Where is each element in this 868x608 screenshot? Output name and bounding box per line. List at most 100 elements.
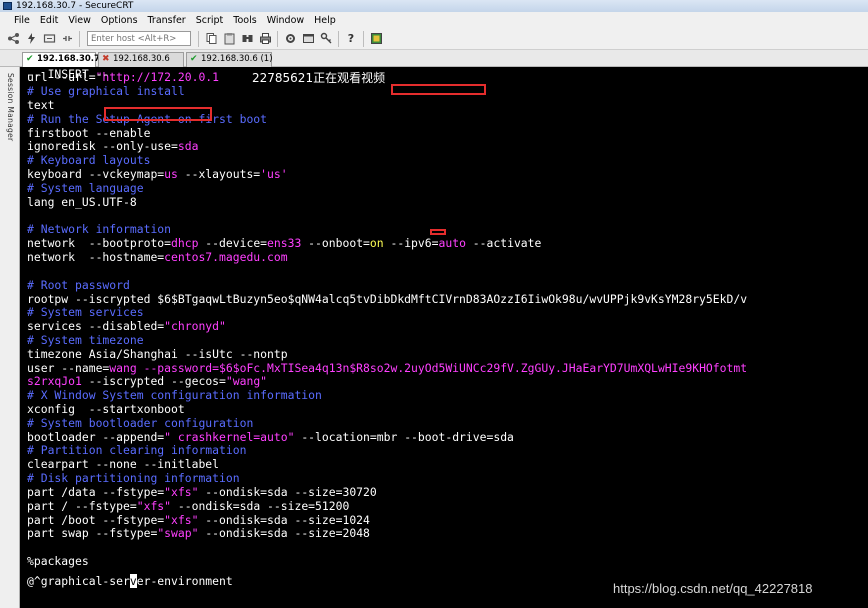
copy-icon[interactable] — [204, 32, 218, 46]
menu-options[interactable]: Options — [101, 15, 138, 26]
terminal-line: clearpart --none --initlabel — [27, 457, 219, 471]
window-title: 192.168.30.7 - SecureCRT — [16, 1, 134, 11]
menu-help[interactable]: Help — [314, 15, 336, 26]
terminal-text: -- INSERT -- — [27, 67, 110, 81]
terminal-text: # Disk partitioning information — [27, 471, 240, 485]
terminal-line: timezone Asia/Shanghai --isUtc --nontp — [27, 347, 288, 361]
terminal-text: # Network information — [27, 222, 172, 236]
terminal-text: "wang" — [225, 374, 268, 388]
terminal-text: --device= — [198, 236, 268, 250]
terminal-line: part swap --fstype="swap" --ondisk=sda -… — [27, 526, 370, 540]
disconnect-icon[interactable] — [60, 32, 74, 46]
toolbar-separator — [198, 30, 199, 47]
terminal-text: rootpw --iscrypted $6$BTgaqwLtBuzyn5eo$q… — [27, 292, 748, 306]
tab-bar: ✔ 192.168.30.7 ✖ 192.168.30.6 ✔ 192.168.… — [0, 50, 868, 67]
terminal-text: --ipv6= — [383, 236, 439, 250]
red-highlight-box — [430, 229, 446, 235]
tab-session-3[interactable]: ✔ 192.168.30.6 (1) — [186, 52, 273, 67]
terminal-line: lang en_US.UTF-8 — [27, 195, 137, 209]
viewer-overlay-text: 22785621正在观看视频 — [252, 71, 386, 85]
connect-icon[interactable] — [6, 32, 20, 46]
terminal-text: # Root password — [27, 278, 130, 292]
tab-session-1[interactable]: ✔ 192.168.30.7 — [22, 52, 100, 67]
red-highlight-box — [104, 107, 212, 121]
toolbar-separator — [363, 30, 364, 47]
terminal-text: keyboard --vckeymap= — [27, 167, 165, 181]
terminal-text: --ondisk=sda --size=2048 — [198, 526, 370, 540]
watermark-url: https://blog.csdn.net/qq_42227818 — [613, 581, 813, 596]
menu-script[interactable]: Script — [196, 15, 224, 26]
terminal-text: "swap" — [157, 526, 199, 540]
terminal-text: --activate — [465, 236, 542, 250]
terminal-text: er-environment — [136, 574, 233, 588]
terminal-text: on — [369, 236, 384, 250]
session-manager-label: Session Manager — [6, 73, 15, 142]
terminal-text: --ondisk=sda --size=51200 — [171, 499, 350, 513]
terminal-line: # Keyboard layouts — [27, 153, 150, 167]
terminal-text: part / --fstype= — [27, 499, 137, 513]
terminal-text: --onboot= — [301, 236, 370, 250]
terminal-text: text — [27, 98, 55, 112]
toolbar-separator — [79, 30, 80, 47]
disconnected-x-icon: ✖ — [102, 54, 110, 64]
terminal-line: part /boot --fstype="xfs" --ondisk=sda -… — [27, 513, 370, 527]
settings-icon[interactable] — [283, 32, 297, 46]
print-icon[interactable] — [258, 32, 272, 46]
terminal-text: user --name= — [27, 361, 110, 375]
terminal-text: # System timezone — [27, 333, 144, 347]
terminal-text: part swap --fstype= — [27, 526, 158, 540]
terminal-text: services --disabled= — [27, 319, 165, 333]
reconnect-icon[interactable] — [42, 32, 56, 46]
terminal-text: part /data --fstype= — [27, 485, 165, 499]
map-icon[interactable] — [369, 32, 383, 46]
tab-label: 192.168.30.7 — [37, 54, 100, 64]
menu-tools[interactable]: Tools — [233, 15, 256, 26]
terminal-text: # Use graphical install — [27, 84, 185, 98]
connected-check-icon: ✔ — [26, 54, 34, 64]
terminal-text: dhcp — [171, 236, 199, 250]
terminal-text: firstboot --enable — [27, 126, 151, 140]
tab-label: 192.168.30.6 (1) — [201, 54, 273, 64]
menu-view[interactable]: View — [68, 15, 91, 26]
lightning-icon[interactable] — [24, 32, 38, 46]
terminal-line: # Partition clearing information — [27, 443, 246, 457]
options-icon[interactable] — [301, 32, 315, 46]
terminal-text: %packages — [27, 554, 89, 568]
paste-icon[interactable] — [222, 32, 236, 46]
help-icon[interactable]: ? — [344, 32, 358, 46]
terminal-line: @^graphical-server-environment — [27, 574, 233, 588]
terminal-text: "http://172.20.0.1 — [95, 70, 220, 84]
terminal-text: timezone Asia/Shanghai --isUtc --nontp — [27, 347, 288, 361]
menu-file[interactable]: File — [14, 15, 30, 26]
connected-check-icon: ✔ — [190, 54, 198, 64]
terminal-text: 'us' — [260, 167, 288, 181]
terminal-line: # System language — [27, 181, 144, 195]
menu-window[interactable]: Window — [267, 15, 304, 26]
terminal-line: ignoredisk --only-use=sda — [27, 139, 198, 153]
host-input[interactable] — [87, 31, 191, 46]
session-manager-panel[interactable]: Session Manager — [0, 67, 20, 608]
terminal-text: "xfs" — [136, 499, 172, 513]
terminal-text: --location=mbr --boot-drive=sda — [294, 430, 514, 444]
terminal-text: "xfs" — [164, 513, 199, 527]
terminal-text: clearpart --none --initlabel — [27, 457, 220, 471]
terminal-line: # X Window System configuration informat… — [27, 388, 322, 402]
key-icon[interactable] — [319, 32, 333, 46]
toolbar: ? — [0, 28, 868, 50]
terminal-text: # System services — [27, 305, 144, 319]
terminal-line: part / --fstype="xfs" --ondisk=sda --siz… — [27, 499, 349, 513]
terminal-text: us — [164, 167, 178, 181]
menu-bar: File Edit View Options Transfer Script T… — [0, 12, 868, 28]
terminal-line: network --hostname=centos7.magedu.com — [27, 250, 288, 264]
terminal-line: part /data --fstype="xfs" --ondisk=sda -… — [27, 485, 377, 499]
terminal-text: ignoredisk --only-use= — [27, 139, 178, 153]
terminal-line: bootloader --append=" crashkernel=auto" … — [27, 430, 514, 444]
menu-transfer[interactable]: Transfer — [148, 15, 186, 26]
tab-session-2[interactable]: ✖ 192.168.30.6 — [98, 52, 184, 67]
red-highlight-box — [391, 84, 486, 95]
terminal-text: centos7.magedu.com — [164, 250, 288, 264]
terminal-line: network --bootproto=dhcp --device=ens33 … — [27, 236, 541, 250]
find-icon[interactable] — [240, 32, 254, 46]
menu-edit[interactable]: Edit — [40, 15, 58, 26]
terminal-output[interactable]: url --url="http://172.20.0.1 # Use graphi… — [20, 67, 868, 608]
